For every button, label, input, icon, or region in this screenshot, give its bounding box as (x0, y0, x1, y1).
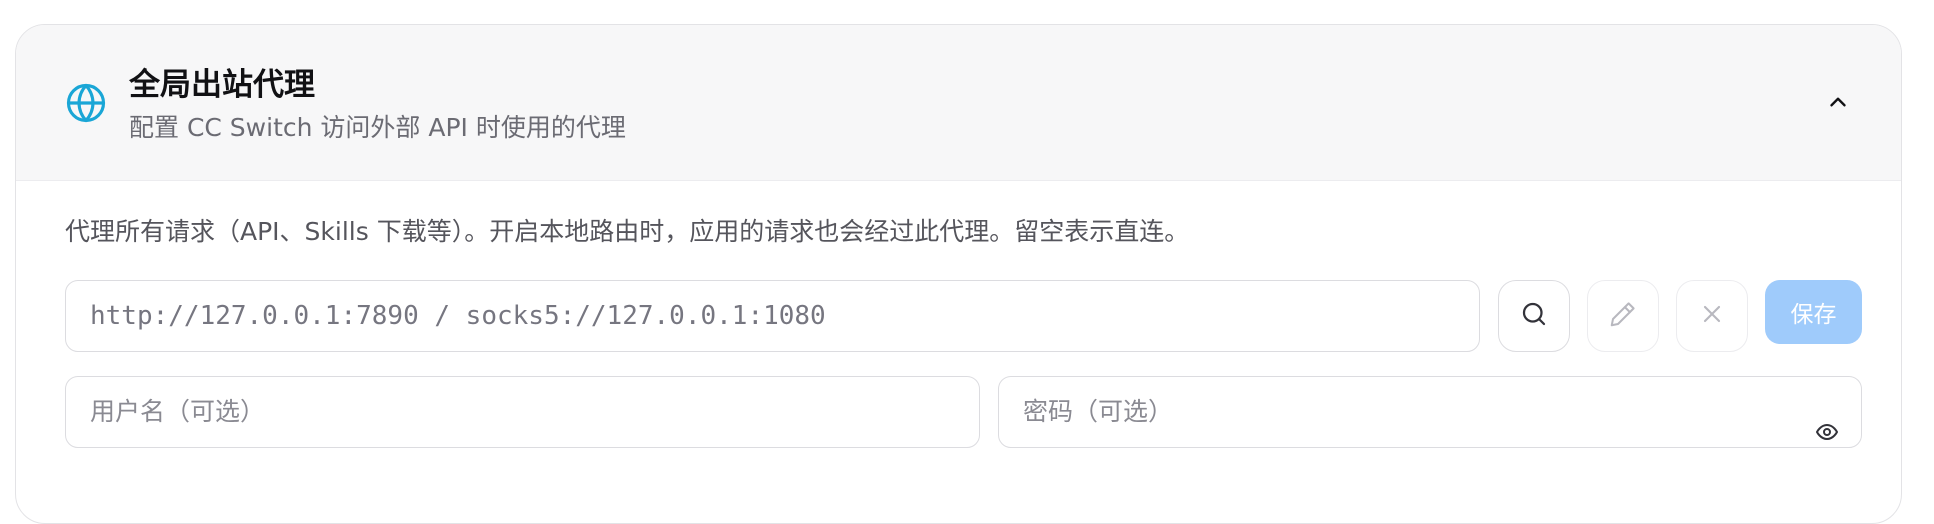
detect-proxy-button[interactable] (1587, 280, 1659, 352)
eye-icon[interactable] (1815, 401, 1839, 440)
save-button[interactable]: 保存 (1765, 280, 1862, 344)
chevron-up-icon (1825, 89, 1851, 119)
proxy-url-input[interactable]: http://127.0.0.1:7890 / socks5://127.0.0… (65, 280, 1480, 352)
section-header[interactable]: 全局出站代理 配置 CC Switch 访问外部 API 时使用的代理 (16, 25, 1901, 181)
section-description: 代理所有请求（API、Skills 下载等）。开启本地路由时，应用的请求也会经过… (65, 217, 1190, 246)
pen-icon (1608, 299, 1638, 333)
section-subtitle: 配置 CC Switch 访问外部 API 时使用的代理 (129, 113, 626, 142)
proxy-settings-card: 全局出站代理 配置 CC Switch 访问外部 API 时使用的代理 代理所有… (15, 24, 1902, 524)
test-proxy-button[interactable] (1498, 280, 1570, 352)
password-placeholder: 密码（可选） (1023, 397, 1174, 426)
clear-proxy-button[interactable] (1676, 280, 1748, 352)
section-title: 全局出站代理 (129, 67, 315, 103)
password-input[interactable]: 密码（可选） (998, 376, 1862, 448)
search-icon (1519, 299, 1549, 333)
username-input[interactable]: 用户名（可选） (65, 376, 980, 448)
collapse-button[interactable] (1821, 87, 1855, 121)
globe-icon (65, 82, 107, 124)
close-icon (1698, 300, 1726, 332)
